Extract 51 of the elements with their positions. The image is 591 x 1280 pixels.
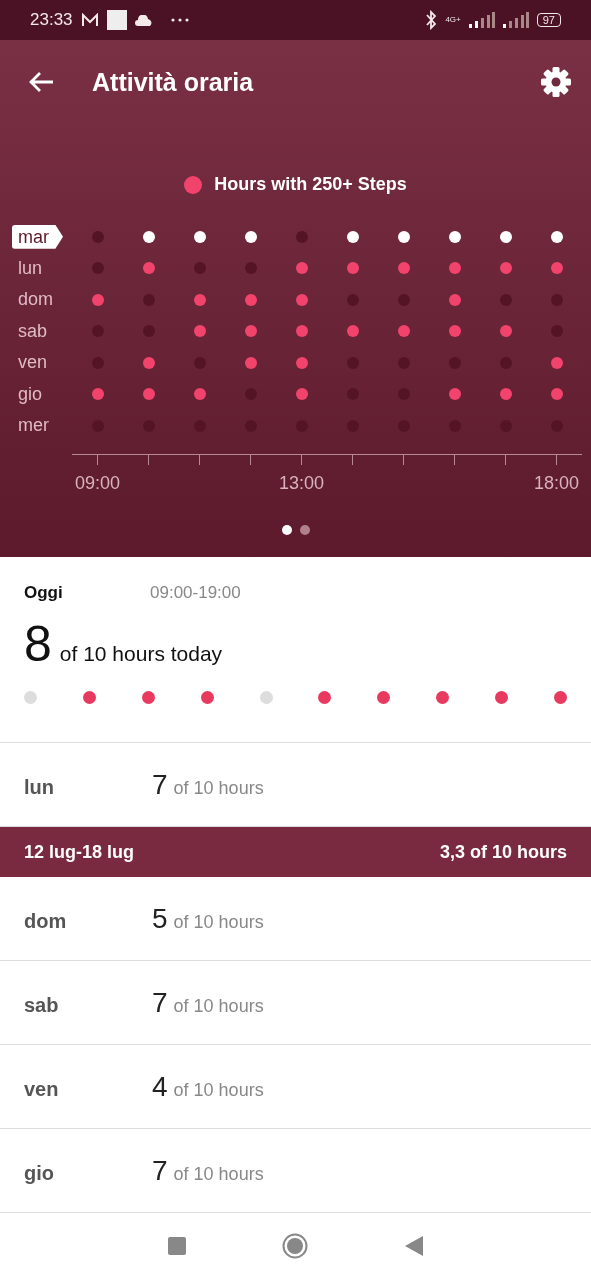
cloud-icon: [134, 14, 153, 26]
day-label[interactable]: gio: [12, 378, 43, 410]
bluetooth-icon: [425, 10, 438, 30]
day-label: dom: [24, 909, 68, 933]
hours-caption: of 10 hours: [173, 911, 264, 933]
today-label: Oggi: [24, 583, 64, 603]
day-label[interactable]: mer: [12, 410, 49, 442]
day-label[interactable]: ven: [12, 347, 48, 379]
day-label[interactable]: lun: [12, 252, 43, 284]
day-label: sab: [24, 993, 60, 1017]
page-dot[interactable]: [281, 524, 292, 535]
hours-count: 7: [152, 768, 168, 801]
more-icon: [170, 18, 189, 22]
axis-label: 13:00: [278, 472, 324, 495]
week-total: 3,3 of 10 hours: [439, 841, 567, 863]
legend-label: Hours with 250+ Steps: [214, 174, 407, 195]
hours-count: 4: [152, 1070, 168, 1103]
hours-count: 5: [152, 902, 168, 935]
day-label[interactable]: dom: [12, 284, 53, 316]
mail-icon: [80, 13, 99, 27]
hours-count: 7: [152, 1154, 168, 1187]
hours-caption: of 10 hours today: [59, 642, 223, 666]
hours-caption: of 10 hours: [173, 777, 264, 799]
day-label[interactable]: sab: [12, 315, 48, 347]
week-range: 12 lug-18 lug: [24, 841, 135, 863]
recents-icon[interactable]: [168, 1237, 187, 1255]
time-range: 09:00-19:00: [150, 583, 241, 603]
screen-title: Attività oraria: [92, 67, 255, 97]
axis-label: 18:00: [533, 472, 579, 495]
square-icon: [106, 10, 127, 30]
hours-caption: of 10 hours: [173, 1079, 264, 1101]
day-label: gio: [24, 1161, 55, 1185]
day-label: lun: [24, 775, 55, 799]
signal-icon: [468, 12, 495, 28]
status-time: 23:33: [30, 10, 73, 30]
home-icon[interactable]: [282, 1233, 309, 1259]
settings-icon[interactable]: [541, 67, 571, 97]
hours-count: 7: [152, 986, 168, 1019]
hours-caption: of 10 hours: [173, 1163, 264, 1185]
page-dot[interactable]: [299, 524, 310, 535]
hours-caption: of 10 hours: [173, 995, 264, 1017]
network-label: 4G+: [445, 16, 461, 24]
hours-count: 8: [24, 615, 52, 673]
day-tab[interactable]: mar: [12, 224, 63, 249]
back-arrow-icon[interactable]: [28, 71, 54, 93]
legend-dot: [184, 175, 203, 194]
signal-icon: [502, 12, 529, 28]
day-label: ven: [24, 1077, 60, 1101]
axis-label: 09:00: [74, 472, 120, 495]
back-icon[interactable]: [404, 1236, 423, 1256]
battery-level: 97: [536, 13, 561, 27]
